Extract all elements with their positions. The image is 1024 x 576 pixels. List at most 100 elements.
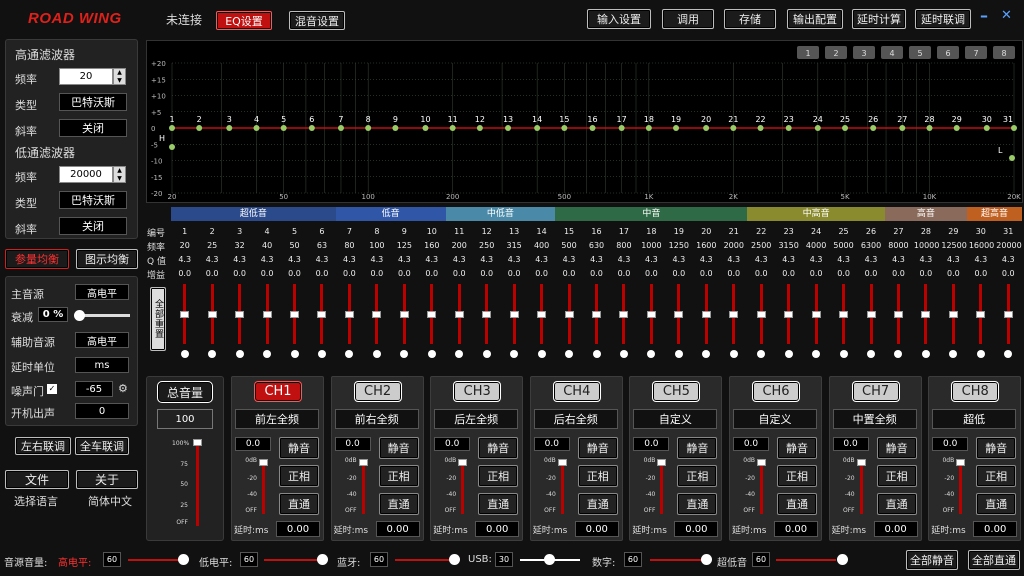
channel-phase-button[interactable]: 正相 — [677, 465, 718, 487]
eq-band-slider-thumb[interactable] — [839, 311, 849, 318]
eq-band-reset-dot[interactable] — [208, 350, 217, 358]
eq-band-reset-dot[interactable] — [619, 350, 628, 358]
eq-band-slider-thumb[interactable] — [701, 311, 711, 318]
eq-band-slider-thumb[interactable] — [372, 311, 382, 318]
channel-gain-slider-thumb[interactable] — [358, 459, 368, 466]
channel-gain-value[interactable]: 0.0 — [334, 437, 371, 451]
usb-volume-slider-thumb[interactable] — [544, 554, 555, 565]
power-on-value[interactable]: 0 — [75, 403, 129, 419]
channel-gain-value[interactable]: 0.0 — [235, 437, 271, 451]
noise-gate-checkbox[interactable]: ✓ — [47, 384, 57, 394]
eq-band-reset-dot[interactable] — [784, 350, 793, 358]
channel-gain-slider-track[interactable] — [959, 462, 963, 514]
eq-band-reset-dot[interactable] — [812, 350, 821, 358]
channel-select-button[interactable]: CH4 — [552, 381, 601, 402]
sub-volume-slider-track[interactable] — [776, 559, 836, 561]
eq-band-slider-thumb[interactable] — [1003, 311, 1013, 318]
eq-band-slider-thumb[interactable] — [948, 311, 958, 318]
channel-select-button[interactable]: CH7 — [851, 381, 900, 402]
channel-gain-slider-track[interactable] — [461, 462, 465, 514]
eq-band-slider-thumb[interactable] — [893, 311, 903, 318]
channel-phase-button[interactable]: 正相 — [777, 465, 817, 487]
eq-band-slider-thumb[interactable] — [537, 311, 547, 318]
channel-direct-button[interactable]: 直通 — [279, 493, 319, 515]
digital-volume-value[interactable]: 60 — [624, 552, 642, 567]
eq-band-reset-dot[interactable] — [839, 350, 848, 358]
channel-name[interactable]: 后左全频 — [434, 409, 519, 429]
noise-gate-value[interactable]: -65 — [75, 381, 113, 397]
eq-band-reset-dot[interactable] — [867, 350, 876, 358]
eq-band-reset-dot[interactable] — [949, 350, 958, 358]
eq-band-reset-dot[interactable] — [592, 350, 601, 358]
language-value[interactable]: 简体中文 — [88, 493, 132, 509]
channel-name[interactable]: 前左全频 — [235, 409, 319, 429]
direct-all-button[interactable]: 全部直通 — [968, 550, 1020, 570]
eq-band-reset-dot[interactable] — [235, 350, 244, 358]
channel-mute-button[interactable]: 静音 — [577, 437, 618, 459]
channel-select-button[interactable]: CH1 — [254, 381, 302, 402]
sub-volume-slider-thumb[interactable] — [837, 554, 848, 565]
channel-mute-button[interactable]: 静音 — [378, 437, 419, 459]
mute-all-button[interactable]: 全部静音 — [906, 550, 958, 570]
channel-mute-button[interactable]: 静音 — [777, 437, 817, 459]
bt-volume-slider-track[interactable] — [395, 559, 455, 561]
gear-icon[interactable]: ⚙ — [118, 382, 128, 395]
all-link-button[interactable]: 全车联调 — [75, 437, 129, 455]
reset-all-button[interactable]: 全部重置 — [150, 287, 166, 351]
eq-band-slider-thumb[interactable] — [674, 311, 684, 318]
eq-band-slider-thumb[interactable] — [235, 311, 245, 318]
eq-band-reset-dot[interactable] — [482, 350, 491, 358]
eq-band-reset-dot[interactable] — [921, 350, 930, 358]
low-volume-slider-track[interactable] — [264, 559, 324, 561]
channel-mute-button[interactable]: 静音 — [876, 437, 917, 459]
channel-gain-slider-thumb[interactable] — [259, 459, 268, 466]
eq-band-reset-dot[interactable] — [702, 350, 711, 358]
channel-mute-button[interactable]: 静音 — [976, 437, 1017, 459]
channel-gain-value[interactable]: 0.0 — [932, 437, 969, 451]
usb-volume-value[interactable]: 30 — [495, 552, 513, 567]
channel-delay-value[interactable]: 0.00 — [973, 521, 1018, 537]
channel-delay-value[interactable]: 0.00 — [375, 521, 420, 537]
eq-band-reset-dot[interactable] — [729, 350, 738, 358]
bt-volume-slider-thumb[interactable] — [449, 554, 460, 565]
high-volume-slider-thumb[interactable] — [178, 554, 189, 565]
channel-name[interactable]: 自定义 — [733, 409, 817, 429]
channel-gain-value[interactable]: 0.0 — [832, 437, 869, 451]
low-volume-slider-thumb[interactable] — [317, 554, 328, 565]
eq-band-slider-thumb[interactable] — [290, 311, 300, 318]
eq-band-slider-thumb[interactable] — [811, 311, 821, 318]
eq-band-reset-dot[interactable] — [345, 350, 354, 358]
eq-band-reset-dot[interactable] — [317, 350, 326, 358]
eq-band-slider-thumb[interactable] — [976, 311, 986, 318]
channel-direct-button[interactable]: 直通 — [577, 493, 618, 515]
channel-mute-button[interactable]: 静音 — [478, 437, 519, 459]
eq-band-reset-dot[interactable] — [400, 350, 409, 358]
eq-band-slider-thumb[interactable] — [344, 311, 354, 318]
eq-band-reset-dot[interactable] — [1004, 350, 1013, 358]
eq-band-slider-thumb[interactable] — [592, 311, 601, 318]
eq-band-reset-dot[interactable] — [372, 350, 381, 358]
eq-band-slider-thumb[interactable] — [866, 311, 876, 318]
channel-delay-value[interactable]: 0.00 — [574, 521, 619, 537]
channel-gain-slider-thumb[interactable] — [856, 459, 866, 466]
eq-band-reset-dot[interactable] — [894, 350, 903, 358]
channel-delay-value[interactable]: 0.00 — [475, 521, 520, 537]
channel-delay-value[interactable]: 0.00 — [674, 521, 719, 537]
channel-gain-slider-track[interactable] — [760, 462, 763, 514]
eq-band-slider-thumb[interactable] — [180, 311, 190, 318]
channel-gain-slider-track[interactable] — [560, 462, 564, 514]
channel-phase-button[interactable]: 正相 — [577, 465, 618, 487]
eq-band-slider-thumb[interactable] — [564, 311, 574, 318]
channel-phase-button[interactable]: 正相 — [478, 465, 519, 487]
channel-gain-slider-track[interactable] — [660, 462, 664, 514]
eq-band-slider-thumb[interactable] — [482, 311, 492, 318]
eq-band-slider-thumb[interactable] — [454, 311, 464, 318]
channel-select-button[interactable]: CH5 — [652, 381, 701, 402]
eq-band-reset-dot[interactable] — [565, 350, 574, 358]
eq-band-reset-dot[interactable] — [537, 350, 546, 358]
channel-gain-value[interactable]: 0.0 — [733, 437, 769, 451]
channel-gain-slider-track[interactable] — [262, 462, 265, 514]
channel-gain-value[interactable]: 0.0 — [633, 437, 670, 451]
channel-mute-button[interactable]: 静音 — [279, 437, 319, 459]
eq-band-reset-dot[interactable] — [674, 350, 683, 358]
